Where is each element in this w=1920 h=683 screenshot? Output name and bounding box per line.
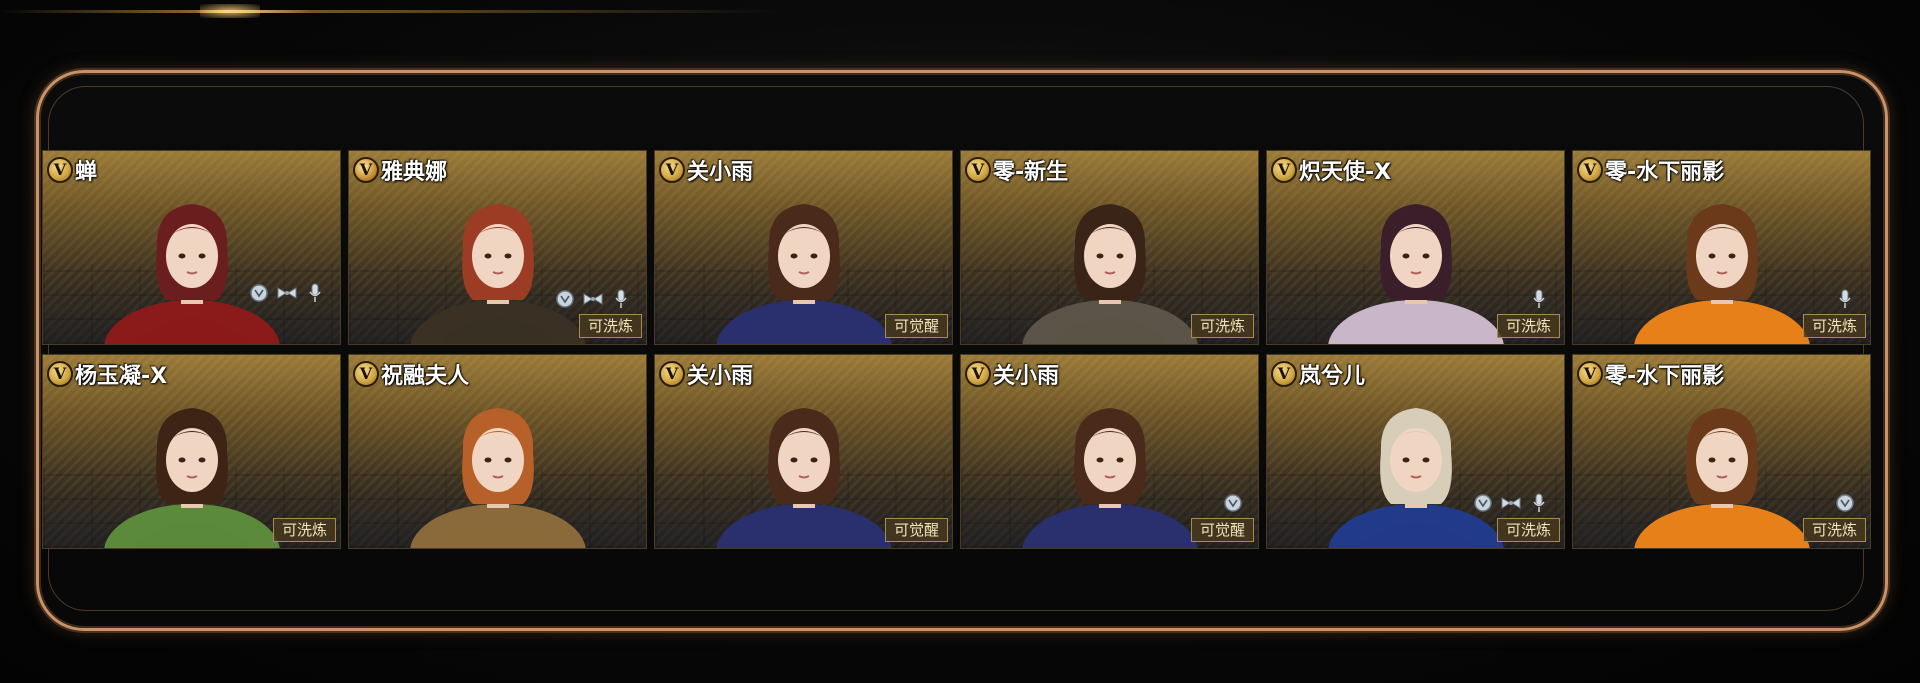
feature-icons [1528,288,1550,310]
mic-icon [610,288,632,310]
character-card[interactable]: V 关小雨可觉醒 [960,354,1259,549]
feature-icons [1834,288,1856,310]
card-header: V 关小雨 [965,359,1059,389]
card-header: V 零-新生 [965,155,1068,185]
character-card[interactable]: V 岚兮儿可洗炼 [1266,354,1565,549]
vip-badge-icon: V [659,157,685,183]
bow-icon [1500,492,1522,514]
character-card[interactable]: V 杨玉凝-X 可洗炼 [42,354,341,549]
card-header: V 零-水下丽影 [1577,359,1724,389]
emblem-icon [1222,492,1244,514]
character-card[interactable]: V 关小雨可觉醒 [654,150,953,345]
feature-icons [1834,492,1856,514]
card-header: V 岚兮儿 [1271,359,1365,389]
card-header: V 零-水下丽影 [1577,155,1724,185]
character-card[interactable]: V 零-新生可洗炼 [960,150,1259,345]
character-name: 零-水下丽影 [1605,364,1725,389]
bow-icon [582,288,604,310]
bow-icon [276,282,298,304]
status-tag: 可洗炼 [1802,518,1866,542]
status-tag: 可洗炼 [1802,314,1866,338]
emblem-icon [1834,492,1856,514]
character-portrait [403,392,593,548]
character-name: 关小雨 [687,160,754,185]
status-tag: 可洗炼 [1190,314,1254,338]
vip-badge-icon: V [353,361,379,387]
vip-badge-icon: V [47,361,73,387]
character-name: 炽天使-X [1299,160,1392,185]
character-name: 关小雨 [993,364,1060,389]
emblem-icon [248,282,270,304]
character-name: 岚兮儿 [1299,364,1366,389]
card-header: V 关小雨 [659,359,753,389]
top-glow-line [0,4,780,18]
mic-icon [1528,288,1550,310]
vip-badge-icon: V [353,157,379,183]
character-portrait [709,392,899,548]
character-card[interactable]: V 祝融夫人 [348,354,647,549]
character-card[interactable]: V 雅典娜可洗炼 [348,150,647,345]
vip-badge-icon: V [1271,157,1297,183]
status-tag: 可洗炼 [1496,314,1560,338]
emblem-icon [1472,492,1494,514]
vip-badge-icon: V [1577,157,1603,183]
card-header: V 炽天使-X [1271,155,1391,185]
vip-badge-icon: V [1577,361,1603,387]
character-name: 零-新生 [993,160,1069,185]
status-tag: 可觉醒 [884,314,948,338]
card-header: V蝉 [47,155,97,185]
character-name: 雅典娜 [381,160,448,185]
character-name: 零-水下丽影 [1605,160,1725,185]
mic-icon [1834,288,1856,310]
vip-badge-icon: V [1271,361,1297,387]
character-grid: V 蝉 V 雅典娜 可洗炼 V 关小雨 可觉醒 V 零-新生 可洗炼 V 炽天使-X 可洗炼 V 零-水下丽影… [42,150,1871,549]
character-name: 祝融夫人 [381,364,470,389]
character-portrait [403,188,593,344]
emblem-icon [554,288,576,310]
character-portrait [97,392,287,548]
character-portrait [1321,392,1511,548]
mic-icon [1528,492,1550,514]
status-tag: 可洗炼 [1496,518,1560,542]
vip-badge-icon: V [965,361,991,387]
character-card[interactable]: V 零-水下丽影可洗炼 [1572,354,1871,549]
mic-icon [304,282,326,304]
character-portrait [1321,188,1511,344]
vip-badge-icon: V [47,157,73,183]
character-portrait [1627,392,1817,548]
feature-icons [1222,492,1244,514]
character-portrait [709,188,899,344]
character-name: 关小雨 [687,364,754,389]
status-tag: 可洗炼 [272,518,336,542]
status-tag: 可觉醒 [1190,518,1254,542]
character-portrait [1015,392,1205,548]
vip-badge-icon: V [965,157,991,183]
card-header: V 关小雨 [659,155,753,185]
character-name: 蝉 [75,160,98,185]
character-portrait [1015,188,1205,344]
showcase-page: V 蝉 V 雅典娜 可洗炼 V 关小雨 可觉醒 V 零-新生 可洗炼 V 炽天使-X 可洗炼 V 零-水下丽影… [0,0,1920,683]
feature-icons [248,282,326,304]
feature-icons [1472,492,1550,514]
card-header: V 雅典娜 [353,155,447,185]
character-card[interactable]: V 炽天使-X 可洗炼 [1266,150,1565,345]
feature-icons [554,288,632,310]
character-portrait [1627,188,1817,344]
card-header: V 杨玉凝-X [47,359,167,389]
character-name: 杨玉凝-X [75,364,168,389]
vip-badge-icon: V [659,361,685,387]
character-card[interactable]: V蝉 [42,150,341,345]
character-portrait [97,188,287,344]
status-tag: 可觉醒 [884,518,948,542]
character-card[interactable]: V 零-水下丽影可洗炼 [1572,150,1871,345]
card-header: V 祝融夫人 [353,359,469,389]
status-tag: 可洗炼 [578,314,642,338]
character-card[interactable]: V 关小雨可觉醒 [654,354,953,549]
